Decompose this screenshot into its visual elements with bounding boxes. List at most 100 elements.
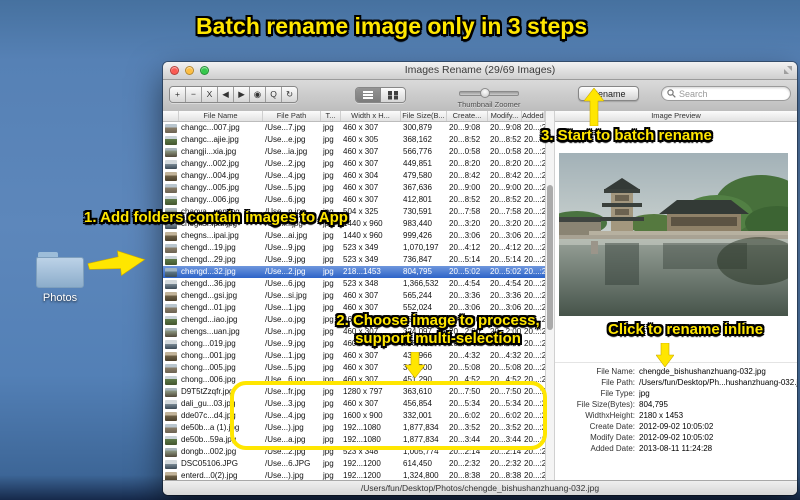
file-path: /Use...5.jpg bbox=[265, 363, 306, 372]
file-dims: 523 x 349 bbox=[343, 255, 379, 264]
table-row[interactable]: chengd...29.jpg/Use...9.jpg jpg 523 x 349 7… bbox=[163, 254, 545, 266]
back-button[interactable]: ◀ bbox=[218, 87, 234, 102]
search-input[interactable] bbox=[679, 88, 785, 99]
table-row[interactable]: chengd...gsi.jpg/Use...si.jpg jpg 460 x 30… bbox=[163, 290, 545, 302]
create-date: 20...3:20 bbox=[449, 219, 481, 228]
column-header[interactable]: Modify... bbox=[488, 111, 522, 121]
added-date: 20...:28 bbox=[524, 279, 545, 288]
file-path: /Use...ai.jpg bbox=[265, 231, 308, 240]
file-name: DSC05106.JPG bbox=[181, 459, 238, 468]
scrollbar-thumb[interactable] bbox=[547, 185, 553, 330]
window-titlebar[interactable]: Images Rename (29/69 Images) bbox=[163, 62, 797, 80]
table-row[interactable]: changc...007.jpg/Use...7.jpg jpg 460 x 307… bbox=[163, 122, 545, 134]
meta-value: 804,795 bbox=[639, 400, 668, 409]
column-header[interactable] bbox=[163, 111, 179, 121]
file-type: jpg bbox=[323, 135, 334, 144]
table-row[interactable]: changy...004.jpg/Use...4.jpg jpg 460 x 304… bbox=[163, 170, 545, 182]
file-size: 804,795 bbox=[403, 267, 432, 276]
refresh-button[interactable]: ↻ bbox=[282, 87, 297, 102]
create-date: 20...7:58 bbox=[449, 207, 481, 216]
file-size: 999,426 bbox=[403, 231, 432, 240]
forward-button[interactable]: ▶ bbox=[234, 87, 250, 102]
thumb-cell bbox=[163, 278, 179, 290]
thumb-cell bbox=[163, 194, 179, 206]
resize-grip-icon[interactable] bbox=[783, 65, 793, 75]
file-path: /Use...6.jpg bbox=[265, 195, 306, 204]
file-name: chong...001.jpg bbox=[181, 351, 236, 360]
table-row[interactable]: changy...006.jpg/Use...6.jpg jpg 460 x 307… bbox=[163, 194, 545, 206]
meta-value: 2012-09-02 10:05:02 bbox=[639, 422, 714, 431]
file-size: 730,591 bbox=[403, 207, 432, 216]
thumb-cell bbox=[163, 410, 179, 422]
column-header[interactable]: File Name bbox=[179, 111, 263, 121]
add-button[interactable]: + bbox=[170, 87, 186, 102]
banner-title: Batch rename image only in 3 steps bbox=[196, 13, 588, 39]
file-size: 736,847 bbox=[403, 255, 432, 264]
table-row[interactable]: chengd...32.jpg/Use...2.jpg jpg 218...1453… bbox=[163, 266, 545, 278]
table-row[interactable]: chegns...ipai.jpg/Use...ai.jpg jpg 1440 x … bbox=[163, 230, 545, 242]
thumbnail-zoomer-slider[interactable] bbox=[459, 88, 519, 98]
column-header[interactable]: Added... bbox=[522, 111, 545, 121]
annotation-step1: 1. Add folders contain images to App bbox=[84, 209, 348, 226]
minimize-button[interactable] bbox=[185, 66, 194, 75]
table-row[interactable]: changy...005.jpg/Use...5.jpg jpg 460 x 307… bbox=[163, 182, 545, 194]
list-view-button[interactable] bbox=[356, 88, 380, 102]
file-type: jpg bbox=[323, 123, 334, 132]
thumb-cell bbox=[163, 254, 179, 266]
close-button[interactable] bbox=[170, 66, 179, 75]
meta-value: /Users/fun/Desktop/Ph...hushanzhuang-032… bbox=[639, 378, 797, 387]
column-header[interactable]: File Size(B... bbox=[401, 111, 447, 121]
slider-knob[interactable] bbox=[480, 88, 490, 98]
modify-date: 20...9:00 bbox=[490, 183, 522, 192]
delete-button[interactable]: X bbox=[202, 87, 218, 102]
table-row[interactable]: changc...ajie.jpg/Use...e.jpg jpg 460 x 30… bbox=[163, 134, 545, 146]
preview-button[interactable]: ◉ bbox=[250, 87, 266, 102]
table-row[interactable]: DSC05106.JPG/Use...6.JPG jpg 192...1200 614… bbox=[163, 458, 545, 470]
column-header[interactable]: Create... bbox=[447, 111, 488, 121]
modify-date: 20...4:32 bbox=[490, 351, 522, 360]
zoom-button[interactable] bbox=[200, 66, 209, 75]
table-row[interactable]: chengd...19.jpg/Use...9.jpg jpg 523 x 349 1… bbox=[163, 242, 545, 254]
grid-view-button[interactable] bbox=[380, 88, 405, 102]
modify-date: 20...5:08 bbox=[490, 363, 522, 372]
table-row[interactable]: changji...xia.jpg/Use...ia.jpg jpg 460 x 3… bbox=[163, 146, 545, 158]
file-thumbnail bbox=[165, 423, 177, 433]
list-icon bbox=[363, 91, 373, 99]
file-type: jpg bbox=[323, 171, 334, 180]
thumb-cell bbox=[163, 314, 179, 326]
table-row[interactable]: chong...001.jpg/Use...1.jpgjpg460 x 3074… bbox=[163, 350, 545, 362]
column-header[interactable]: File Path bbox=[263, 111, 321, 121]
file-thumbnail bbox=[165, 411, 177, 421]
file-name: chegns...ipai.jpg bbox=[181, 231, 239, 240]
meta-value: 2013-08-11 11:24:28 bbox=[639, 444, 713, 453]
file-path: /Use...si.jpg bbox=[265, 291, 307, 300]
thumb-cell bbox=[163, 122, 179, 134]
meta-value: 2180 x 1453 bbox=[639, 411, 684, 420]
table-row[interactable]: chengd...36.jpg/Use...6.jpg jpg 523 x 348 1… bbox=[163, 278, 545, 290]
file-thumbnail bbox=[165, 135, 177, 145]
column-header[interactable]: T... bbox=[321, 111, 341, 121]
zoom-button[interactable]: Q bbox=[266, 87, 282, 102]
file-dims: 460 x 307 bbox=[343, 351, 379, 360]
search-field[interactable] bbox=[661, 86, 791, 101]
thumb-cell bbox=[163, 422, 179, 434]
file-thumbnail bbox=[165, 303, 177, 313]
column-header[interactable]: Width x H... bbox=[341, 111, 401, 121]
photos-folder-icon[interactable]: Photos bbox=[36, 252, 84, 304]
file-dims: 460 x 305 bbox=[343, 135, 379, 144]
step3-up-arrow-icon bbox=[584, 88, 604, 126]
file-dims: 1440 x 960 bbox=[343, 231, 383, 240]
create-date: 20...5:08 bbox=[449, 363, 481, 372]
file-path: /Use...2.jpg bbox=[265, 159, 306, 168]
create-date: 20...8:52 bbox=[449, 195, 481, 204]
remove-button[interactable]: − bbox=[186, 87, 202, 102]
table-row[interactable]: changy...002.jpg/Use...2.jpg jpg 460 x 307… bbox=[163, 158, 545, 170]
table-row[interactable]: chong...005.jpg/Use...5.jpgjpg460 x 3073… bbox=[163, 362, 545, 374]
create-date: 20...5:14 bbox=[449, 255, 481, 264]
file-name: chengd...19.jpg bbox=[181, 243, 236, 252]
thumb-cell bbox=[163, 134, 179, 146]
thumb-cell bbox=[163, 242, 179, 254]
thumb-cell bbox=[163, 434, 179, 446]
meta-value[interactable]: chengde_bishushanzhuang-032.jpg bbox=[639, 367, 766, 376]
meta-value: jpg bbox=[639, 389, 650, 398]
